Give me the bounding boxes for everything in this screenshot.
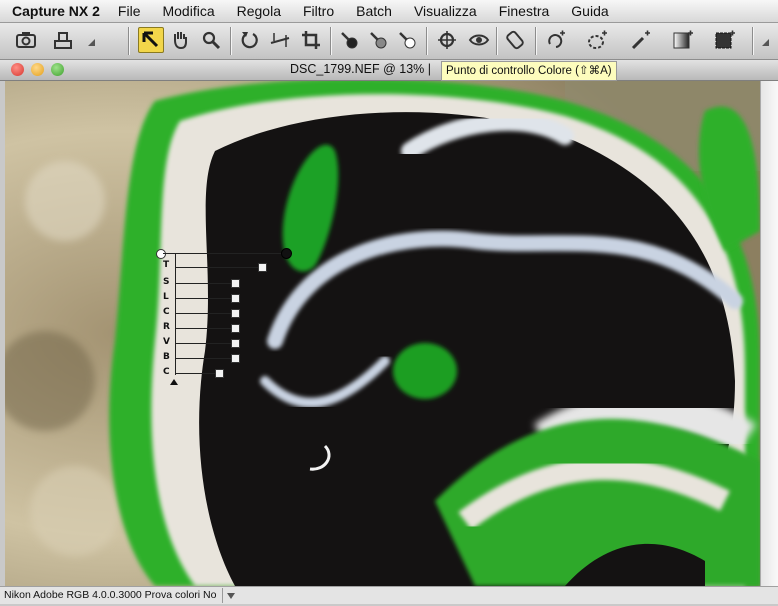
vertical-scrollbar[interactable] [760, 81, 778, 586]
slider-label-c2: C [163, 367, 170, 377]
slider-knob-lightness[interactable] [231, 294, 240, 303]
slider-knob-size[interactable] [258, 263, 267, 272]
gradient-icon[interactable] [670, 27, 696, 53]
fill-icon[interactable] [712, 27, 738, 53]
menu-guida[interactable]: Guida [571, 3, 608, 19]
document-title-bar: DSC_1799.NEF @ 13% | [0, 60, 778, 81]
image-canvas[interactable]: T S L C R V B C [5, 81, 760, 586]
color-control-point-icon[interactable] [434, 27, 460, 53]
lasso-icon[interactable] [543, 27, 569, 53]
slider-knob-saturation[interactable] [231, 279, 240, 288]
menu-visualizza[interactable]: Visualizza [414, 3, 477, 19]
slider-label-r: R [163, 322, 170, 332]
menu-finestra[interactable]: Finestra [499, 3, 550, 19]
slider-label-l: L [163, 292, 169, 302]
slider-label-b: B [163, 352, 170, 362]
straighten-icon[interactable] [267, 27, 293, 53]
print-icon[interactable] [50, 27, 76, 53]
slider-knob-contrast[interactable] [231, 309, 240, 318]
slider-knob-blue[interactable] [231, 354, 240, 363]
zoom-icon[interactable] [198, 27, 224, 53]
slider-knob-c2[interactable] [215, 369, 224, 378]
rotate-icon[interactable] [237, 27, 263, 53]
slider-label-v: V [163, 337, 170, 347]
menu-file[interactable]: File [118, 3, 141, 19]
slider-knob-red[interactable] [231, 324, 240, 333]
toolbar [0, 23, 778, 60]
selection-brush-icon[interactable] [628, 27, 654, 53]
tooltip: Punto di controllo Colore (⇧⌘A) [441, 61, 617, 81]
document-title: DSC_1799.NEF @ 13% | [290, 62, 431, 76]
status-dropdown-button[interactable] [222, 588, 239, 603]
status-bar: Nikon Adobe RGB 4.0.0.3000 Prova colori … [0, 586, 778, 604]
red-eye-icon[interactable] [466, 27, 492, 53]
black-point-icon[interactable] [336, 27, 362, 53]
photo-flatworm [5, 81, 760, 586]
hand-icon[interactable] [167, 27, 193, 53]
control-point-center[interactable] [156, 249, 166, 259]
slider-label-t: T [163, 260, 170, 270]
menu-regola[interactable]: Regola [237, 3, 281, 19]
camera-icon[interactable] [13, 27, 39, 53]
menu-batch[interactable]: Batch [356, 3, 392, 19]
zoom-button[interactable] [51, 63, 64, 76]
slider-label-c: C [163, 307, 170, 317]
marquee-ellipse-icon[interactable] [585, 27, 611, 53]
slider-knob-green[interactable] [231, 339, 240, 348]
auto-retouch-icon[interactable] [503, 27, 529, 53]
white-point-icon[interactable] [394, 27, 420, 53]
chevron-down-icon [227, 593, 235, 599]
arrow-select-icon[interactable] [138, 27, 164, 53]
menu-app-name[interactable]: Capture NX 2 [12, 3, 100, 19]
neutral-point-icon[interactable] [365, 27, 391, 53]
status-text: Nikon Adobe RGB 4.0.0.3000 Prova colori … [4, 589, 217, 601]
menu-bar: Capture NX 2 File Modifica Regola Filtro… [0, 0, 778, 23]
control-point-size-handle[interactable] [281, 248, 292, 259]
close-button[interactable] [11, 63, 24, 76]
crop-icon[interactable] [298, 27, 324, 53]
minimize-button[interactable] [31, 63, 44, 76]
dropdown-corner-icon[interactable] [88, 39, 95, 46]
dropdown-corner-icon[interactable] [762, 39, 769, 46]
menu-filtro[interactable]: Filtro [303, 3, 334, 19]
slider-label-s: S [163, 277, 170, 287]
menu-modifica[interactable]: Modifica [162, 3, 214, 19]
collapse-triangle-icon[interactable] [169, 378, 179, 386]
